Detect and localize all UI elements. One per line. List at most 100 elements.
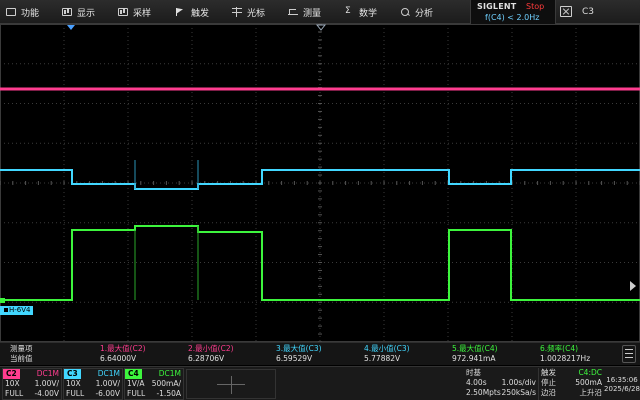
- menu-measure[interactable]: 测量: [288, 0, 321, 24]
- measure-item-1[interactable]: 1.最大值(C2) 6.64000V: [100, 344, 146, 364]
- menu-cursor[interactable]: 光标: [232, 0, 265, 24]
- channel-label-text: H-6V4: [9, 306, 31, 314]
- measure-item-name: 5.最大值(C4): [452, 344, 498, 353]
- channel-c3-box[interactable]: C3 DC1M 10X 1.00V/ FULL -6.00V: [63, 368, 123, 400]
- clock-time: 16:35:06: [606, 376, 638, 384]
- trigger-title: 触发: [541, 368, 556, 377]
- trigger-source: C4:DC: [578, 368, 602, 377]
- channel-bandwidth: FULL: [66, 389, 85, 398]
- measurement-bar[interactable]: 测量项 当前值 1.最大值(C2) 6.64000V 2.最小值(C2) 6.2…: [0, 342, 640, 365]
- channel-offset: -6.00V: [95, 389, 120, 398]
- menu-cursor-label: 光标: [247, 8, 266, 19]
- measure-item-name: 3.最大值(C3): [276, 344, 322, 353]
- menu-acquire-label: 采样: [133, 8, 152, 19]
- channel-select[interactable]: C3: [582, 7, 594, 17]
- channel-coupling: DC1M: [36, 369, 59, 378]
- channel-bandwidth: FULL: [127, 389, 146, 398]
- close-icon[interactable]: [560, 6, 572, 17]
- trigger-slope: 上升沿: [579, 388, 603, 397]
- menu-acquire[interactable]: 采样: [118, 0, 151, 24]
- trigger-position-marker[interactable]: [67, 25, 75, 30]
- acquire-icon: [118, 8, 128, 16]
- measure-header-label: 测量项: [10, 344, 33, 353]
- function-icon: [6, 8, 16, 16]
- menu-display[interactable]: 显示: [62, 0, 95, 24]
- measure-item-value: 6.59529V: [276, 354, 313, 363]
- cursor-icon: [232, 7, 242, 17]
- menu-function[interactable]: 功能: [6, 0, 39, 24]
- measure-item-name: 6.频率(C4): [540, 344, 579, 353]
- waveform-area[interactable]: [0, 23, 640, 343]
- brand-logo: SIGLENT: [477, 2, 517, 11]
- clock-date: 2025/6/28: [604, 385, 640, 393]
- menu-trigger-label: 触发: [191, 8, 210, 19]
- measure-item-name: 4.最小值(C3): [364, 344, 410, 353]
- clock: 16:35:06 2025/6/28: [604, 376, 640, 394]
- menu-math[interactable]: 数学: [344, 0, 377, 24]
- measure-item-6[interactable]: 6.频率(C4) 1.0028217Hz: [540, 344, 590, 364]
- measure-item-value: 5.77882V: [364, 354, 401, 363]
- channel-offset: -4.00V: [34, 389, 59, 398]
- math-icon: [344, 7, 354, 16]
- trigger-mode: 停止: [541, 378, 556, 387]
- timebase-delay: 4.00s: [466, 378, 487, 387]
- run-state: Stop: [526, 2, 545, 11]
- menu-trigger[interactable]: 触发: [176, 0, 209, 24]
- trigger-type: 边沿: [541, 388, 556, 397]
- menu-math-label: 数学: [359, 8, 378, 19]
- channel-bandwidth: FULL: [5, 389, 24, 398]
- channel-c2-box[interactable]: C2 DC1M 10X 1.00V/ FULL -4.00V: [2, 368, 62, 400]
- sample-rate: 250kSa/s: [501, 388, 536, 397]
- channel-scale: 1.00V/: [95, 379, 120, 388]
- channel-scale: 1.00V/: [34, 379, 59, 388]
- channel-probe: 1V/A: [127, 379, 145, 388]
- display-icon: [62, 8, 72, 16]
- timebase-scale: 1.00s/div: [501, 378, 536, 387]
- measure-item-2[interactable]: 2.最小值(C2) 6.28706V: [188, 344, 234, 364]
- measure-icon: [288, 8, 298, 16]
- top-menu-bar: 功能 显示 采样 触发 光标 测量 数学 分析 SIGLENT Stop f(C…: [0, 0, 640, 24]
- measure-item-value: 6.28706V: [188, 354, 225, 363]
- trigger-icon: [176, 8, 186, 16]
- channel-name: C3: [64, 369, 81, 379]
- measure-item-name: 1.最大值(C2): [100, 344, 146, 353]
- timebase-box[interactable]: 时基 4.00s 1.00s/div 2.50Mpts 250kSa/s: [464, 368, 538, 400]
- bottom-status-bar: C2 DC1M 10X 1.00V/ FULL -4.00V C3 DC1M 10X 1.…: [0, 366, 640, 400]
- menu-analysis[interactable]: 分析: [400, 0, 433, 24]
- channel-name: C4: [125, 369, 142, 379]
- analysis-icon: [400, 8, 410, 16]
- channel-coupling: DC1M: [97, 369, 120, 378]
- trigger-level: 500mA: [575, 378, 602, 387]
- trigger-box[interactable]: 触发 C4:DC 停止 500mA 边沿 上升沿: [538, 368, 604, 400]
- menu-analysis-label: 分析: [415, 8, 434, 19]
- channel-add-area[interactable]: [186, 369, 276, 399]
- c4-offset-marker[interactable]: [0, 298, 5, 303]
- menu-function-label: 功能: [21, 8, 40, 19]
- expand-right-panel-icon[interactable]: [630, 281, 636, 291]
- measure-item-5[interactable]: 5.最大值(C4) 972.941mA: [452, 344, 498, 364]
- channel-probe: 10X: [5, 379, 20, 388]
- trigger-frequency: f(C4) < 2.0Hz: [485, 13, 540, 22]
- memory-depth: 2.50Mpts: [466, 388, 501, 397]
- measure-item-value: 1.0028217Hz: [540, 354, 591, 363]
- channel-c4-box[interactable]: C4 DC1M 1V/A 500mA/ FULL -1.50A: [124, 368, 184, 400]
- acquisition-status[interactable]: SIGLENT Stop f(C4) < 2.0Hz: [470, 0, 556, 24]
- measure-item-value: 6.64000V: [100, 354, 137, 363]
- channel-name: C2: [3, 369, 20, 379]
- waveform-display: [0, 23, 640, 343]
- horizontal-center-marker: [315, 24, 327, 31]
- channel-scale: 500mA/: [151, 379, 181, 388]
- channel-coupling: DC1M: [158, 369, 181, 378]
- menu-display-label: 显示: [77, 8, 96, 19]
- measure-item-name: 2.最小值(C2): [188, 344, 234, 353]
- channel-offset: -1.50A: [156, 389, 181, 398]
- timebase-title: 时基: [466, 368, 481, 377]
- measure-value-label: 当前值: [10, 354, 33, 363]
- menu-measure-label: 测量: [303, 8, 322, 19]
- channel-label-tag[interactable]: H-6V4: [0, 306, 33, 315]
- measure-row-headers: 测量项 当前值: [10, 344, 33, 364]
- measure-item-4[interactable]: 4.最小值(C3) 5.77882V: [364, 344, 410, 364]
- measure-item-value: 972.941mA: [452, 354, 496, 363]
- measure-item-3[interactable]: 3.最大值(C3) 6.59529V: [276, 344, 322, 364]
- measurement-menu-icon[interactable]: [622, 345, 636, 363]
